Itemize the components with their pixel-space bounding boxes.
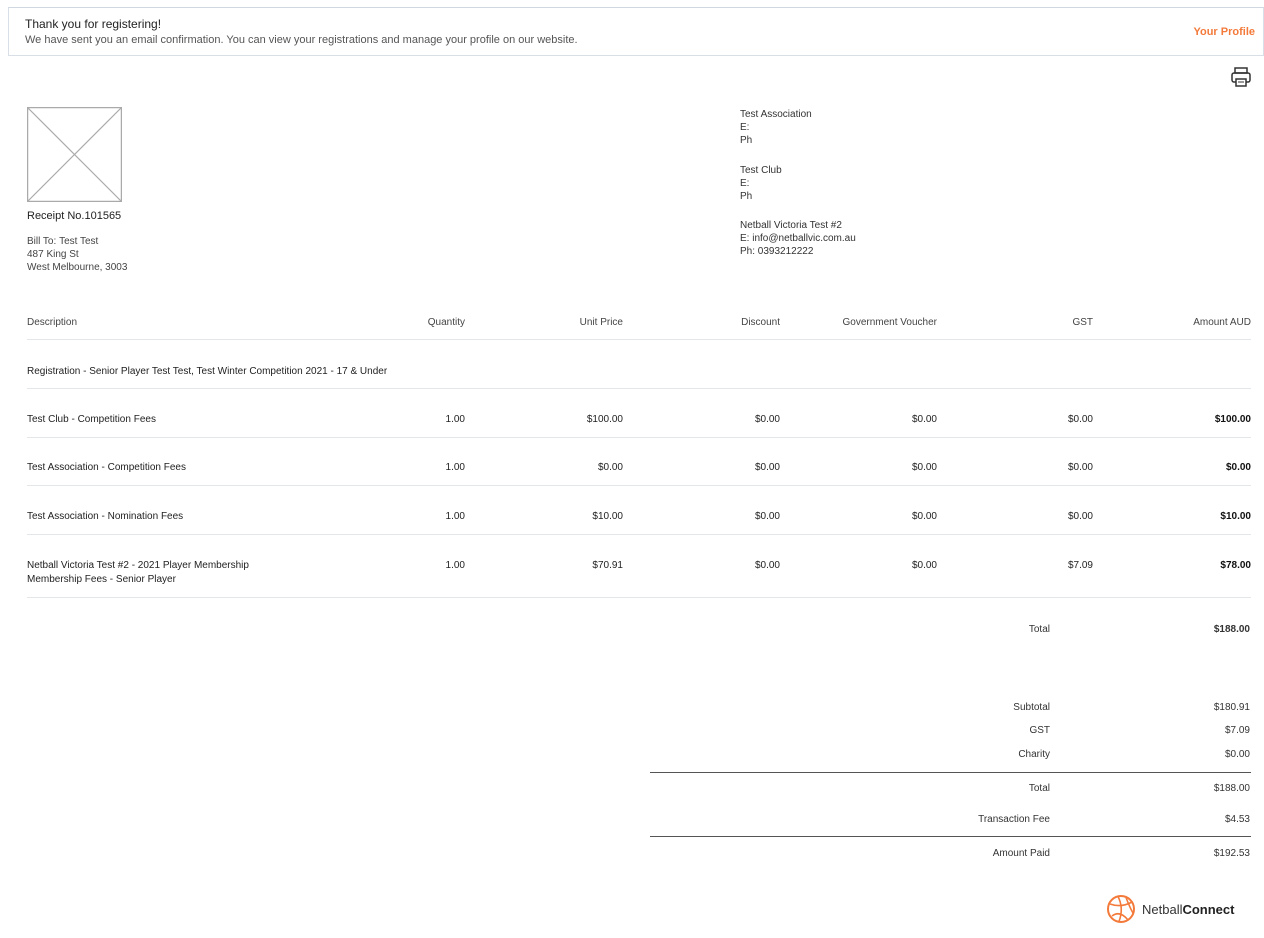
col-government-voucher: Government Voucher — [842, 317, 938, 328]
col-quantity: Quantity — [427, 317, 465, 328]
summary-divider — [650, 772, 1251, 773]
row-amount: $10.00 — [1220, 511, 1251, 522]
org-name: Netball Victoria Test #2 — [740, 220, 842, 231]
col-description: Description — [27, 317, 78, 328]
amount-paid-value: $192.53 — [1213, 848, 1250, 859]
summary-total-label: Total — [1028, 783, 1050, 794]
divider — [27, 339, 1251, 340]
row-unit-price: $0.00 — [597, 462, 623, 473]
divider — [27, 485, 1251, 486]
divider — [27, 597, 1251, 598]
row-discount: $0.00 — [754, 511, 780, 522]
org-email: E: — [740, 122, 750, 133]
row-amount: $0.00 — [1225, 462, 1251, 473]
row-discount: $0.00 — [754, 462, 780, 473]
banner-message: We have sent you an email confirmation. … — [25, 34, 578, 46]
col-discount: Discount — [741, 317, 780, 328]
netball-connect-logo-icon — [1106, 894, 1136, 924]
row-quantity: 1.00 — [445, 414, 465, 425]
bill-to-address-line2: West Melbourne, 3003 — [27, 262, 128, 273]
confirmation-banner: Thank you for registering! We have sent … — [8, 7, 1264, 56]
transaction-fee-label: Transaction Fee — [978, 814, 1050, 825]
your-profile-link[interactable]: Your Profile — [1193, 26, 1255, 38]
divider — [27, 388, 1251, 389]
brand-suffix: Connect — [1182, 902, 1235, 917]
row-amount: $78.00 — [1220, 560, 1251, 571]
row-discount: $0.00 — [754, 560, 780, 571]
row-voucher: $0.00 — [911, 560, 937, 571]
org-email: E: — [740, 178, 750, 189]
section-title: Registration - Senior Player Test Test, … — [27, 366, 388, 377]
org-phone: Ph — [740, 191, 753, 202]
row-amount: $100.00 — [1214, 414, 1251, 425]
summary-divider — [650, 836, 1251, 837]
org-email: E: info@netballvic.com.au — [740, 233, 856, 244]
bill-to-block: Bill To: Test Test 487 King St West Melb… — [27, 235, 127, 274]
gst-label: GST — [1029, 725, 1050, 736]
divider — [27, 437, 1251, 438]
organisation-logo-placeholder — [26, 106, 123, 203]
charity-value: $0.00 — [1224, 749, 1250, 760]
amount-paid-label: Amount Paid — [992, 848, 1050, 859]
brand-prefix: Netball — [1142, 902, 1183, 917]
subtotal-value: $180.91 — [1213, 702, 1250, 713]
row-unit-price: $100.00 — [586, 414, 623, 425]
row-description: Test Association - Nomination Fees — [27, 511, 184, 522]
row-gst: $0.00 — [1067, 462, 1093, 473]
row-voucher: $0.00 — [911, 462, 937, 473]
col-amount: Amount AUD — [1193, 317, 1251, 328]
bill-to-name: Test Test — [59, 236, 99, 247]
subtotal-label: Subtotal — [1013, 702, 1050, 713]
row-unit-price: $10.00 — [592, 511, 623, 522]
row-unit-price: $70.91 — [592, 560, 623, 571]
row-voucher: $0.00 — [911, 511, 937, 522]
row-description-sub: Membership Fees - Senior Player — [27, 574, 176, 585]
charity-label: Charity — [1018, 749, 1050, 760]
org-name: Test Club — [740, 165, 782, 176]
bill-to-address-line1: 487 King St — [27, 249, 79, 260]
row-gst: $0.00 — [1067, 511, 1093, 522]
org-name: Test Association — [740, 109, 812, 120]
org-test-association: Test Association E: Ph — [740, 108, 812, 147]
print-icon[interactable] — [1230, 66, 1252, 88]
bill-to-label: Bill To: — [27, 236, 57, 247]
row-gst: $0.00 — [1067, 414, 1093, 425]
col-gst: GST — [1072, 317, 1093, 328]
divider — [27, 534, 1251, 535]
table-total-value: $188.00 — [1213, 624, 1250, 635]
row-voucher: $0.00 — [911, 414, 937, 425]
row-description: Netball Victoria Test #2 - 2021 Player M… — [27, 560, 249, 571]
row-discount: $0.00 — [754, 414, 780, 425]
receipt-number: Receipt No.101565 — [27, 210, 122, 222]
row-description: Test Association - Competition Fees — [27, 462, 186, 473]
org-netball-victoria: Netball Victoria Test #2 E: info@netball… — [740, 219, 856, 258]
row-quantity: 1.00 — [445, 560, 465, 571]
banner-title: Thank you for registering! — [25, 17, 162, 31]
row-quantity: 1.00 — [445, 462, 465, 473]
row-description: Test Club - Competition Fees — [27, 414, 156, 425]
row-quantity: 1.00 — [445, 511, 465, 522]
org-phone: Ph — [740, 135, 753, 146]
netball-connect-wordmark: NetballConnect — [1142, 902, 1234, 917]
table-total-label: Total — [1028, 624, 1050, 635]
summary-total-value: $188.00 — [1213, 783, 1250, 794]
org-phone: Ph: 0393212222 — [740, 246, 814, 257]
gst-value: $7.09 — [1224, 725, 1250, 736]
transaction-fee-value: $4.53 — [1224, 814, 1250, 825]
org-test-club: Test Club E: Ph — [740, 164, 782, 203]
col-unit-price: Unit Price — [579, 317, 623, 328]
row-gst: $7.09 — [1067, 560, 1093, 571]
